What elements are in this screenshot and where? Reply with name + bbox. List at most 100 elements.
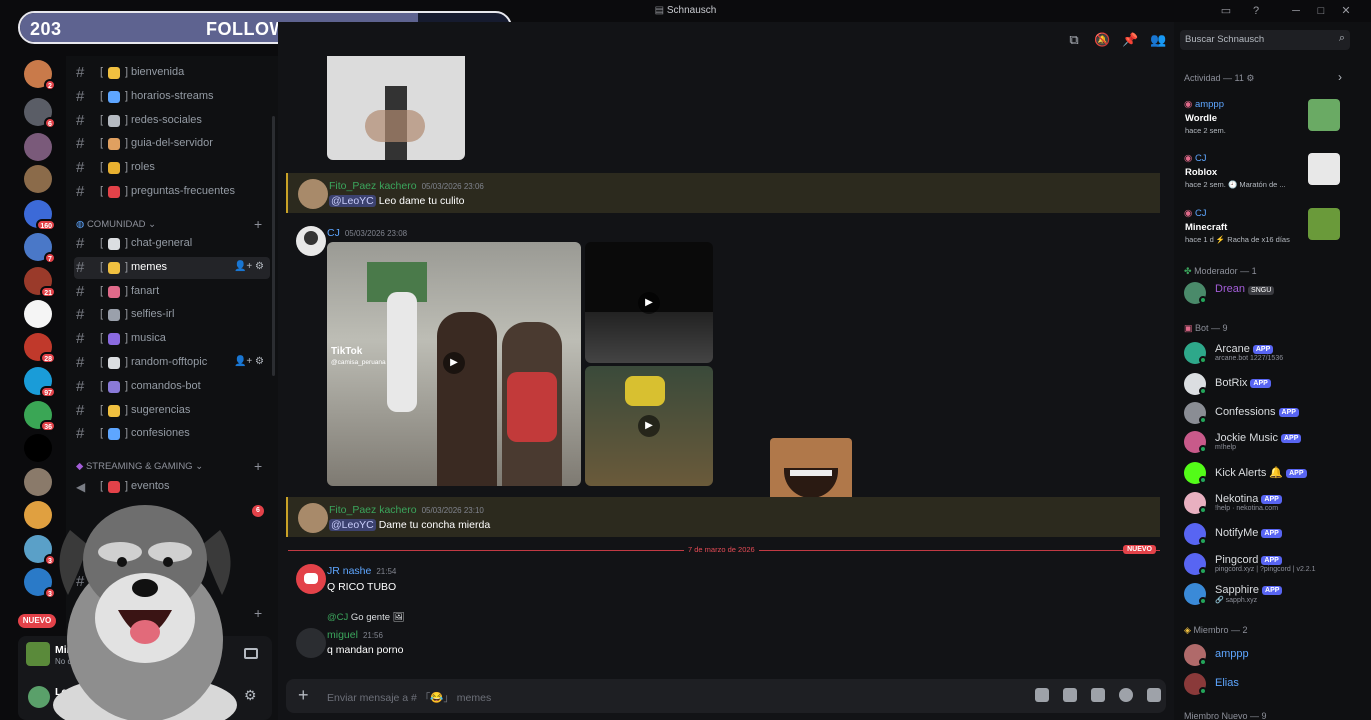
channel-random-offtopic[interactable]: #[] random-offtopic 👤+ ⚙ xyxy=(74,352,270,374)
avatar[interactable] xyxy=(296,564,326,594)
server-icon[interactable]: 28 xyxy=(24,333,56,364)
gif-icon[interactable] xyxy=(1063,688,1077,702)
channel-musica[interactable]: #[] musica xyxy=(74,328,270,350)
server-icon[interactable]: 21 xyxy=(24,267,56,298)
server-icon[interactable] xyxy=(24,165,52,193)
add-channel-icon[interactable]: + xyxy=(254,216,262,232)
help-icon[interactable]: ? xyxy=(1248,3,1264,19)
member-elias[interactable]: Elias xyxy=(1184,671,1354,697)
channel-guia-del-servidor[interactable]: #[] guia-del-servidor xyxy=(74,133,270,155)
server-icon[interactable]: 97 xyxy=(24,367,56,398)
channel-selfies-irl[interactable]: #[] selfies-irl xyxy=(74,304,270,326)
channel-comandos-bot[interactable]: #[] comandos-bot xyxy=(74,376,270,398)
message[interactable]: JR nashe 21:54 Q RICO TUBO xyxy=(286,560,1160,596)
server-icon[interactable] xyxy=(24,434,52,462)
mute-icon[interactable]: 🔕 xyxy=(1094,32,1110,48)
add-channel-icon[interactable]: + xyxy=(254,458,262,474)
avatar[interactable] xyxy=(298,179,328,209)
channel-chat-general[interactable]: #[] chat-general xyxy=(74,233,270,255)
user-mention[interactable]: @LeoYC xyxy=(329,195,376,207)
sticker-icon[interactable] xyxy=(1091,688,1105,702)
channel-horarios-streams[interactable]: #[] horarios-streams xyxy=(74,86,270,108)
channel-memes[interactable]: #[] memes 👤+ ⚙ xyxy=(74,256,270,279)
activity-user[interactable]: ◉ CJ xyxy=(1184,153,1207,164)
message-input[interactable]: Enviar mensaje a # 「😂」 memes xyxy=(327,690,491,705)
tiktok-video[interactable]: ▶ TikTok @camisa_peruana xyxy=(327,242,581,486)
member-amppp[interactable]: amppp xyxy=(1184,642,1354,668)
tiktok-video[interactable]: ▶ xyxy=(585,242,713,363)
bot-member[interactable]: Jockie Music APP m!help xyxy=(1184,429,1354,455)
activity-header[interactable]: Actividad — 11 ⚙ xyxy=(1184,73,1254,84)
apps-icon[interactable] xyxy=(1147,688,1161,702)
channel-confesiones[interactable]: #[] confesiones xyxy=(74,423,270,445)
pin-icon[interactable]: 📌 xyxy=(1122,32,1138,48)
avatar[interactable] xyxy=(296,628,326,658)
user-mention[interactable]: @LeoYC xyxy=(329,519,376,531)
play-icon[interactable]: ▶ xyxy=(443,352,465,374)
bot-member[interactable]: Nekotina APP !help · nekotina.com xyxy=(1184,490,1354,516)
server-icon[interactable]: 6 xyxy=(24,98,56,129)
message-author[interactable]: CJ xyxy=(327,227,340,239)
emoji-icon[interactable] xyxy=(1119,688,1133,702)
channel-sugerencias[interactable]: #[] sugerencias xyxy=(74,400,270,422)
bot-member[interactable]: Kick Alerts 🔔 APP xyxy=(1184,460,1354,486)
channel-settings-icon[interactable]: 👤+ ⚙ xyxy=(234,356,264,367)
channel-bienvenida[interactable]: #[] bienvenida xyxy=(74,62,270,84)
close-icon[interactable]: ✕ xyxy=(1338,3,1354,19)
message[interactable]: CJ 05/03/2026 23:08 ▶ TikTok @camisa_peru… xyxy=(286,220,1160,490)
play-icon[interactable]: ▶ xyxy=(638,292,660,314)
add-attachment-icon[interactable]: + xyxy=(298,685,309,706)
activity-card[interactable]: ◉ amppp Wordle hace 2 sem. xyxy=(1180,99,1344,145)
avatar[interactable] xyxy=(296,226,326,256)
message-author[interactable]: miguel xyxy=(327,629,358,641)
inbox-icon[interactable]: ▭ xyxy=(1218,3,1234,19)
message-image[interactable] xyxy=(327,56,465,160)
reply-preview[interactable]: @CJ Go gente 🖼 xyxy=(327,612,405,623)
bot-member[interactable]: NotifyMe APP xyxy=(1184,521,1354,547)
message-author[interactable]: Fito_Paez kachero xyxy=(329,504,417,516)
maximize-icon[interactable]: □ xyxy=(1313,3,1329,19)
channel-preguntas-frecuentes[interactable]: #[] preguntas-frecuentes xyxy=(74,181,270,203)
channel-redes-sociales[interactable]: #[] redes-sociales xyxy=(74,110,270,132)
message[interactable]: Fito_Paez kachero 05/03/2026 23:06 @LeoYC… xyxy=(286,173,1160,213)
server-icon[interactable] xyxy=(24,133,52,161)
member-drean[interactable]: Drean SNGU xyxy=(1184,280,1354,306)
server-icon[interactable]: 36 xyxy=(24,401,56,432)
channel-fanart[interactable]: #[] fanart xyxy=(74,281,270,303)
reply-author[interactable]: @CJ xyxy=(327,612,348,623)
play-icon[interactable]: ▶ xyxy=(638,415,660,437)
message-author[interactable]: JR nashe xyxy=(327,565,371,577)
message[interactable]: @CJ Go gente 🖼 miguel 21:56 q mandan porn… xyxy=(286,608,1160,658)
avatar[interactable] xyxy=(298,503,328,533)
server-icon[interactable]: 160 xyxy=(24,200,56,231)
gift-icon[interactable] xyxy=(1035,688,1049,702)
server-icon[interactable]: 7 xyxy=(24,233,56,264)
activity-card[interactable]: ◉ CJ Roblox hace 2 sem. 🕘 Maratón de ... xyxy=(1180,153,1344,199)
chevron-right-icon[interactable]: › xyxy=(1338,70,1342,84)
gear-icon[interactable]: ⚙ xyxy=(1246,73,1254,83)
add-channel-icon[interactable]: + xyxy=(254,605,262,621)
minimize-icon[interactable]: ─ xyxy=(1288,3,1304,19)
bot-member[interactable]: Pingcord APP pingcord.xyz | ?pingcord | v2… xyxy=(1184,551,1354,577)
search-input[interactable]: Buscar Schnausch ⌕ xyxy=(1180,30,1350,50)
channel-settings-icon[interactable]: 👤+ ⚙ xyxy=(234,261,264,272)
threads-icon[interactable]: ⧉ xyxy=(1066,32,1082,48)
activity-user[interactable]: ◉ amppp xyxy=(1184,99,1224,110)
search-icon[interactable]: ⌕ xyxy=(1339,32,1345,45)
bot-member[interactable]: Sapphire APP 🔗 sapph.xyz xyxy=(1184,581,1354,607)
tiktok-video[interactable]: ▶ xyxy=(585,366,713,486)
members-icon[interactable]: 👥 xyxy=(1150,32,1166,48)
activity-user[interactable]: ◉ CJ xyxy=(1184,208,1207,219)
bot-member[interactable]: Arcane APP arcane.bot 1227/1536 xyxy=(1184,340,1354,366)
sidebar-scrollbar[interactable] xyxy=(272,116,275,376)
bot-member[interactable]: Confessions APP xyxy=(1184,400,1354,426)
message[interactable]: Fito_Paez kachero 05/03/2026 23:10 @LeoYC… xyxy=(286,497,1160,537)
message-author[interactable]: Fito_Paez kachero xyxy=(329,180,417,192)
category-streaming[interactable]: ◆ STREAMING & GAMING ⌄ + xyxy=(76,458,262,477)
server-icon[interactable]: 2 xyxy=(24,60,56,91)
message-composer[interactable]: + Enviar mensaje a # 「😂」 memes xyxy=(286,679,1166,713)
bot-member[interactable]: BotRix APP xyxy=(1184,371,1354,397)
activity-card[interactable]: ◉ CJ Minecraft hace 1 d ⚡ Racha de x16 día… xyxy=(1180,208,1344,254)
server-icon[interactable] xyxy=(24,300,52,328)
channel-roles[interactable]: #[] roles xyxy=(74,157,270,179)
